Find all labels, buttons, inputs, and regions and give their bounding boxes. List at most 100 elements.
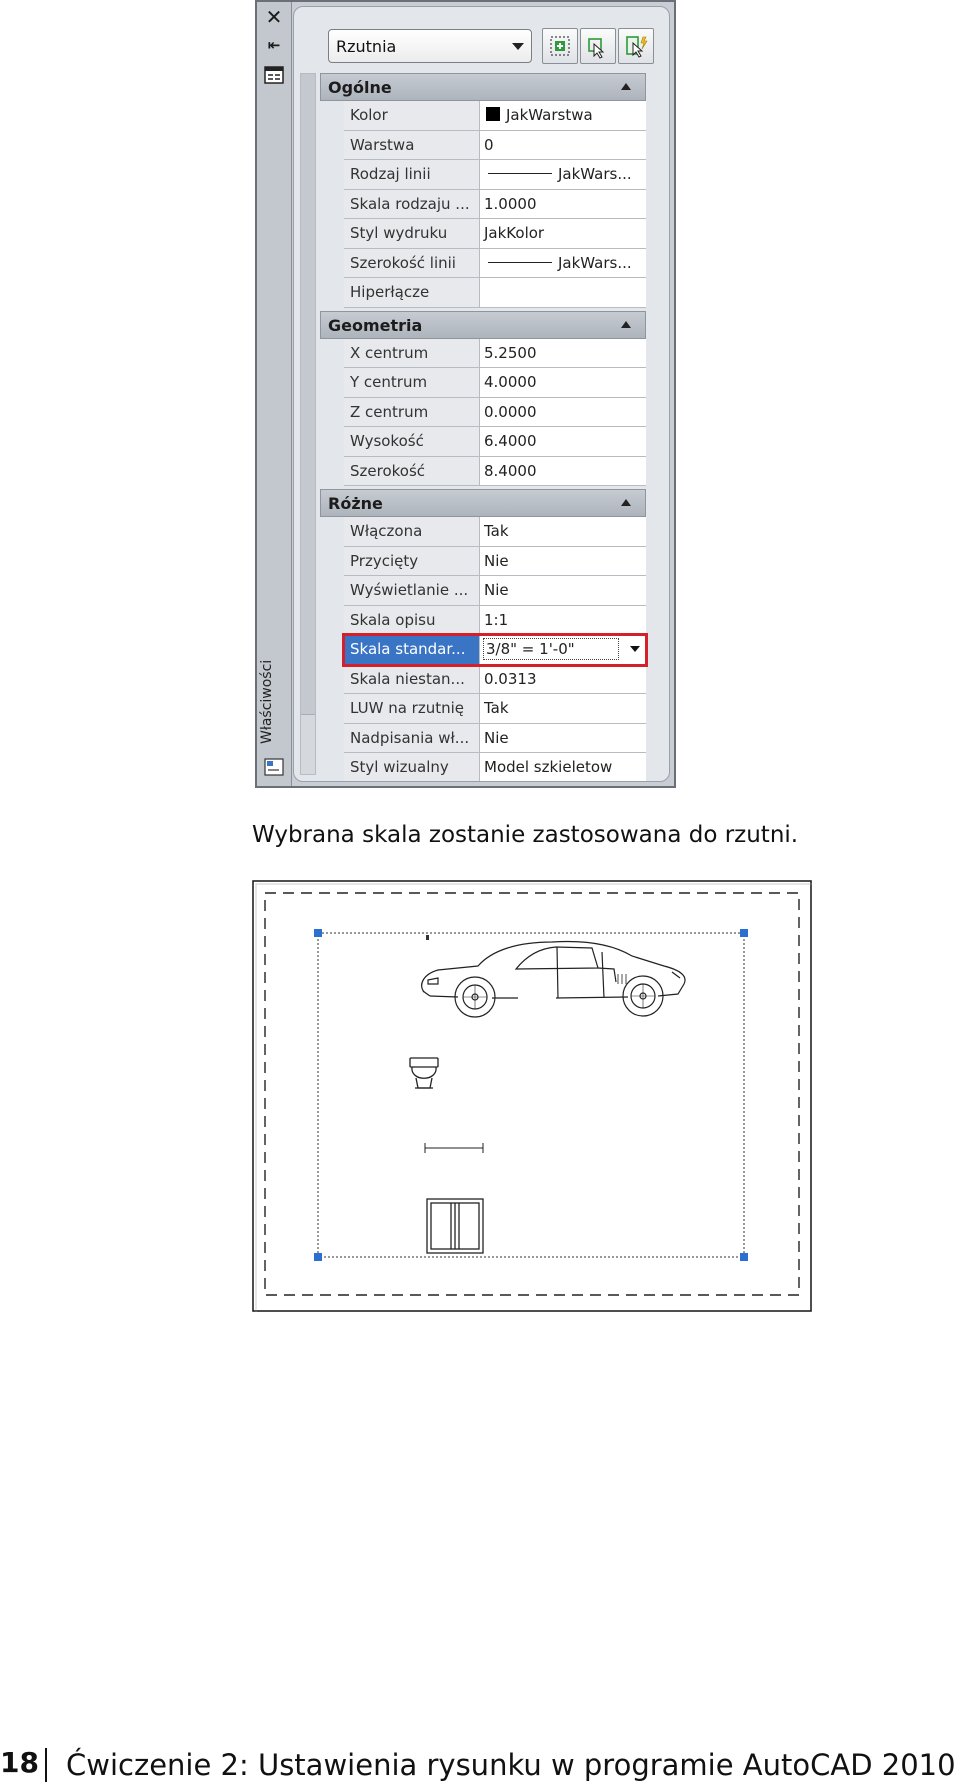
property-value[interactable]: 4.0000 <box>480 368 646 397</box>
property-row[interactable]: Warstwa 0 <box>344 130 646 160</box>
chevron-up-icon[interactable] <box>621 83 631 90</box>
property-row[interactable]: Styl wydruku JakKolor <box>344 219 646 249</box>
property-value[interactable]: 1.0000 <box>480 190 646 219</box>
property-name: X centrum <box>344 338 480 367</box>
palette-vertical-title: Właściwości <box>259 659 275 744</box>
property-row[interactable]: Włączona Tak <box>344 517 646 547</box>
property-value-text: Model szkieletow <box>484 758 613 776</box>
property-value[interactable]: JakWars... <box>480 249 646 278</box>
property-value[interactable]: 6.4000 <box>480 427 646 456</box>
page-number: 18 <box>0 1746 39 1779</box>
section-header[interactable]: Ogólne <box>320 73 646 101</box>
palette-scrollbar[interactable] <box>300 73 316 775</box>
palette-settings-icon[interactable] <box>264 758 284 776</box>
section-title: Ogólne <box>328 78 392 97</box>
toggle-pickadd-button[interactable] <box>542 28 578 64</box>
object-type-select[interactable]: Rzutnia <box>328 29 532 63</box>
property-value[interactable]: 0 <box>480 131 646 160</box>
property-value[interactable]: Nie <box>480 724 646 753</box>
quick-select-button[interactable] <box>618 28 654 64</box>
property-value-text: 0.0000 <box>484 402 537 421</box>
property-value[interactable]: 5.2500 <box>480 339 646 368</box>
property-value[interactable]: JakKolor <box>480 219 646 248</box>
section-header[interactable]: Geometria <box>320 310 646 339</box>
property-name: Kolor <box>344 101 480 130</box>
property-value-text: JakWars... <box>558 165 632 183</box>
property-value[interactable]: Tak <box>480 694 646 723</box>
properties-menu-icon[interactable] <box>264 66 284 84</box>
property-value-text: 6.4000 <box>484 432 537 450</box>
property-row[interactable]: Skala rodzaju ... 1.0000 <box>344 189 646 219</box>
property-row[interactable]: Nadpisania wł... Nie <box>344 723 646 753</box>
property-value[interactable]: Nie <box>480 576 646 605</box>
section-title: Geometria <box>328 315 423 335</box>
property-row[interactable]: Rodzaj linii JakWars... <box>344 160 646 190</box>
property-value[interactable]: JakWarstwa <box>480 101 646 130</box>
property-row[interactable]: LUW na rzutnię Tak <box>344 694 646 724</box>
scale-dropdown[interactable]: 3/8" = 1'-0" <box>483 638 619 660</box>
select-objects-button[interactable] <box>580 28 616 64</box>
line-sample <box>488 173 552 174</box>
property-row[interactable]: Y centrum 4.0000 <box>344 368 646 398</box>
property-value[interactable] <box>480 278 646 307</box>
property-value-text: Nie <box>484 581 509 599</box>
property-name: Skala standar... <box>344 635 480 664</box>
property-row[interactable]: Szerokość 8.4000 <box>344 456 646 486</box>
property-value[interactable]: Nie <box>480 547 646 576</box>
property-value-text: Tak <box>484 522 509 540</box>
auto-hide-icon[interactable]: ⇤ <box>264 36 284 54</box>
property-value-text: Tak <box>484 699 509 717</box>
property-value-text: 0 <box>484 135 494 154</box>
chevron-down-icon[interactable] <box>630 646 640 652</box>
property-value[interactable]: 0.0313 <box>480 665 646 694</box>
section-title: Różne <box>328 494 383 513</box>
grip-bottom-right[interactable] <box>740 1253 748 1261</box>
property-value[interactable]: Model szkieletow <box>480 753 646 781</box>
property-value[interactable]: 0.0000 <box>480 398 646 427</box>
property-value[interactable]: Tak <box>480 517 646 546</box>
property-name: Styl wizualny <box>344 753 480 781</box>
property-name: Styl wydruku <box>344 219 480 248</box>
property-row[interactable]: Szerokość linii JakWars... <box>344 248 646 278</box>
property-name: Rodzaj linii <box>344 160 480 189</box>
property-value-text: 1:1 <box>484 610 509 629</box>
section-header[interactable]: Różne <box>320 489 646 517</box>
grip-top-right[interactable] <box>740 929 748 937</box>
property-value[interactable]: 8.4000 <box>480 457 646 486</box>
property-name: Wyświetlanie ... <box>344 576 480 605</box>
property-name: Nadpisania wł... <box>344 723 480 752</box>
property-row[interactable]: Wysokość 6.4000 <box>344 427 646 457</box>
property-name: Hiperłącze <box>344 278 480 307</box>
property-row[interactable]: X centrum 5.2500 <box>344 338 646 368</box>
grip-bottom-left[interactable] <box>314 1253 322 1261</box>
property-row[interactable]: Styl wizualny Model szkieletow <box>344 753 646 781</box>
property-row[interactable]: Wyświetlanie ... Nie <box>344 576 646 606</box>
property-name: Warstwa <box>344 130 480 159</box>
property-row[interactable]: Przycięty Nie <box>344 546 646 576</box>
property-row[interactable]: Hiperłącze <box>344 278 646 308</box>
property-value[interactable]: 1:1 <box>480 606 646 635</box>
property-value[interactable]: 3/8" = 1'-0" <box>480 635 646 664</box>
chapter-title: Ćwiczenie 2: Ustawienia rysunku w progra… <box>66 1748 956 1782</box>
property-row[interactable]: Z centrum 0.0000 <box>344 397 646 427</box>
grip-top-left[interactable] <box>314 929 322 937</box>
chevron-up-icon[interactable] <box>621 320 631 328</box>
property-value-text: 8.4000 <box>484 461 537 480</box>
property-value[interactable]: JakWars... <box>480 160 646 189</box>
scale-dropdown-value: 3/8" = 1'-0" <box>486 640 575 658</box>
chevron-up-icon[interactable] <box>621 499 631 506</box>
scrollbar-thumb[interactable] <box>301 74 315 715</box>
property-value-text: Nie <box>484 551 509 570</box>
close-icon[interactable]: ✕ <box>264 7 284 27</box>
footer-divider <box>45 1748 47 1782</box>
property-row[interactable]: Skala standar... 3/8" = 1'-0" <box>342 633 648 667</box>
property-grid: Ogólne Kolor JakWarstwa Warstwa 0 Rodzaj lini… <box>320 73 648 781</box>
property-row[interactable]: Kolor JakWarstwa <box>344 101 646 131</box>
layout-drawing <box>252 880 812 1312</box>
property-row[interactable]: Skala niestan... 0.0313 <box>344 664 646 694</box>
property-value-text: 1.0000 <box>484 194 537 213</box>
property-name: Z centrum <box>344 397 480 426</box>
property-row[interactable]: Skala opisu 1:1 <box>344 605 646 635</box>
property-name: Włączona <box>344 517 480 546</box>
property-value-text: JakWarstwa <box>506 106 593 124</box>
